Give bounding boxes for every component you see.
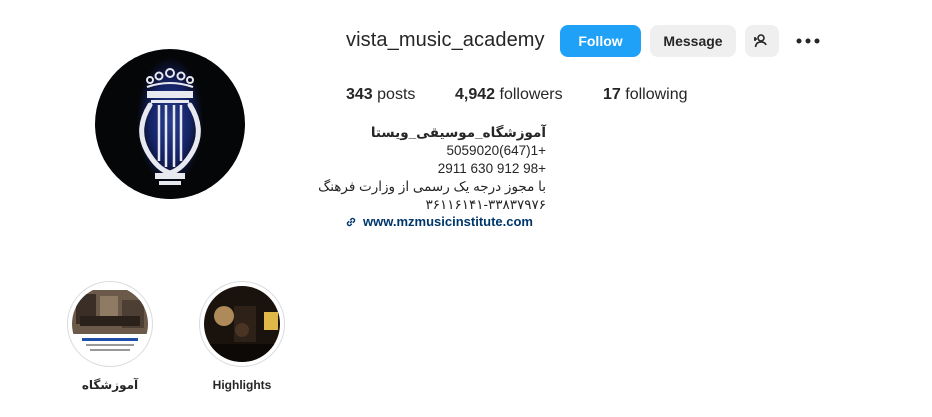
highlight-1-cover (72, 286, 148, 362)
more-options-icon (796, 38, 820, 44)
following-stat[interactable]: 17 following (603, 86, 688, 104)
highlight-2[interactable] (199, 281, 285, 367)
message-button[interactable]: Message (650, 25, 736, 57)
following-label: following (625, 86, 688, 103)
follow-button[interactable]: Follow (560, 25, 641, 57)
posts-stat: 343 posts (346, 86, 415, 104)
bio-title: آموزشگاه_موسیقی_ویستا (370, 125, 546, 140)
highlight-1-label: آموزشگاه (81, 378, 139, 392)
followers-count: 4,942 (455, 86, 496, 103)
suggest-person-button[interactable] (745, 25, 779, 57)
posts-count: 343 (346, 86, 373, 103)
highlight-1[interactable] (67, 281, 153, 367)
bio-license: با مجوز درجه یک رسمی از وزارت فرهنگ (318, 179, 546, 194)
followers-label: followers (499, 86, 563, 103)
highlight-2-cover (204, 286, 280, 362)
bio-phone-1: 5059020(647)1+ (446, 143, 546, 158)
person-add-icon (754, 34, 767, 48)
link-icon (346, 217, 356, 226)
bio-phone-2: 2911 630 912 98+ (437, 161, 546, 176)
highlight-2-label: Highlights (212, 378, 272, 392)
following-count: 17 (603, 86, 621, 103)
username: vista_music_academy (346, 29, 545, 51)
posts-label: posts (377, 86, 416, 103)
bio-phone-3: ۳۶۱۱۶۱۴۱-۳۳۸۳۷۹۷۶ (425, 197, 546, 212)
lyre-crown-logo-icon (133, 57, 207, 199)
website-text: www.mzmusicinstitute.com (363, 214, 533, 229)
profile-avatar[interactable] (95, 49, 245, 199)
more-options-button[interactable] (791, 28, 825, 54)
followers-stat[interactable]: 4,942 followers (455, 86, 563, 104)
website-link[interactable]: www.mzmusicinstitute.com (345, 214, 533, 229)
